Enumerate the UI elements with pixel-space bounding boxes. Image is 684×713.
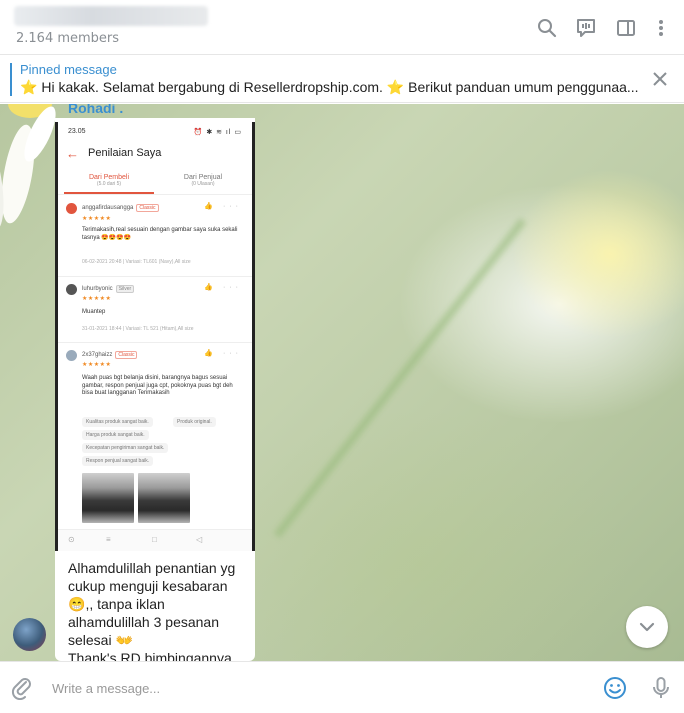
search-icon[interactable] bbox=[535, 16, 559, 40]
phone-status-icons: ⏰ ✱ ≋ ıl ▭ bbox=[193, 129, 242, 136]
open-hands-emoji-icon: 👐 bbox=[115, 632, 133, 648]
review-item: 2x37ghaizz Classic 👍 ··· ★★★★★ Waah puas … bbox=[58, 346, 252, 526]
sidebar-toggle-icon[interactable] bbox=[614, 16, 638, 40]
message-image[interactable]: 23.05 ⏰ ✱ ≋ ıl ▭ ← Penilaian Saya Dari P… bbox=[55, 122, 255, 551]
tab-sub: (0 Ulasan) bbox=[191, 181, 215, 187]
divider bbox=[58, 276, 252, 277]
tab-sub: (5.0 dari 5) bbox=[96, 181, 122, 187]
review-photo bbox=[138, 473, 190, 523]
background-flower bbox=[0, 104, 56, 230]
avatar bbox=[66, 284, 77, 295]
tab-label: Dari Pembeli bbox=[88, 174, 130, 181]
background-stem bbox=[273, 217, 527, 539]
review-meta: 06-02-2021 20:48 | Variasi: TL601 (Navy)… bbox=[82, 259, 191, 265]
tab-dari-pembeli: Dari Pembeli (5.0 dari 5) bbox=[64, 174, 154, 187]
emoji-icon[interactable] bbox=[602, 675, 628, 701]
review-badge: Silver bbox=[115, 285, 135, 293]
like-more-icons: 👍 ··· bbox=[204, 203, 242, 210]
scroll-down-button[interactable] bbox=[626, 606, 668, 648]
chevron-down-icon bbox=[639, 622, 655, 632]
chat-area[interactable]: Rohadi . 23.05 ⏰ ✱ ≋ ıl ▭ ← Penilaian Sa… bbox=[0, 104, 684, 661]
star-emoji-icon: ⭐ bbox=[386, 79, 405, 95]
message-composer bbox=[0, 661, 684, 713]
video-chat-icon[interactable] bbox=[574, 16, 598, 40]
grin-emoji-icon: 😁 bbox=[68, 596, 86, 612]
review-user: luhurbyonic Silver bbox=[82, 285, 135, 293]
chat-header: 2.164 members bbox=[0, 0, 684, 55]
close-pinned-icon[interactable] bbox=[650, 69, 670, 89]
pinned-title: Pinned message bbox=[20, 62, 117, 77]
review-stars: ★★★★★ bbox=[82, 362, 112, 368]
tab-dari-penjual: Dari Penjual (0 Ulasan) bbox=[158, 174, 248, 187]
group-name-redacted[interactable] bbox=[14, 6, 208, 26]
review-meta: 31-01-2021 18:44 | Variasi: TL 521 (Hita… bbox=[82, 326, 194, 332]
pinned-message-bar[interactable]: Pinned message ⭐ Hi kakak. Selamat berga… bbox=[0, 56, 684, 103]
review-item: luhurbyonic Silver 👍 ··· ★★★★★ Muantep 31… bbox=[58, 280, 252, 342]
review-tag: Harga produk sangat baik. bbox=[82, 430, 149, 440]
review-tag: Kualitas produk sangat baik. bbox=[82, 417, 153, 427]
divider bbox=[58, 342, 252, 343]
microphone-icon[interactable] bbox=[648, 675, 674, 701]
star-emoji-icon: ⭐ bbox=[20, 79, 38, 95]
review-user: anggafirdausangga Classic bbox=[82, 204, 159, 212]
message-sender[interactable]: Rohadi . bbox=[68, 104, 123, 116]
review-badge: Classic bbox=[115, 351, 138, 359]
review-tag: Respon penjual sangat baik. bbox=[82, 456, 154, 466]
pinned-text-part1: Hi kakak. Selamat bergabung di Resellerd… bbox=[41, 79, 383, 95]
back-arrow-icon: ← bbox=[66, 146, 79, 161]
review-body: Terimakasih,real sesuain dengan gambar s… bbox=[82, 227, 238, 241]
review-body: Waah puas bgt belanja disini, barangnya … bbox=[82, 375, 233, 396]
phone-time: 23.05 bbox=[68, 128, 86, 135]
more-vertical-icon[interactable] bbox=[649, 16, 673, 40]
review-photo bbox=[82, 473, 134, 523]
review-tag: Produk original. bbox=[173, 417, 216, 427]
review-screenshot: 23.05 ⏰ ✱ ≋ ıl ▭ ← Penilaian Saya Dari P… bbox=[58, 122, 252, 551]
like-more-icons: 👍 ··· bbox=[204, 350, 242, 357]
message-bubble[interactable]: 23.05 ⏰ ✱ ≋ ıl ▭ ← Penilaian Saya Dari P… bbox=[55, 118, 255, 661]
pinned-text-part2: Berikut panduan umum penggunaa... bbox=[408, 79, 639, 95]
paperclip-icon[interactable] bbox=[10, 676, 34, 701]
review-body: Muantep bbox=[82, 309, 106, 315]
pinned-text: ⭐ Hi kakak. Selamat bergabung di Reselle… bbox=[20, 79, 639, 96]
screenshot-title: Penilaian Saya bbox=[88, 147, 162, 159]
review-stars: ★★★★★ bbox=[82, 296, 112, 302]
sender-avatar[interactable] bbox=[13, 618, 46, 651]
avatar bbox=[66, 203, 77, 214]
review-tag: Kecepatan pengiriman sangat baik. bbox=[82, 443, 169, 453]
review-badge: Classic bbox=[136, 204, 159, 212]
message-input[interactable] bbox=[52, 678, 572, 698]
divider bbox=[58, 194, 252, 195]
pinned-accent-bar bbox=[10, 63, 12, 96]
message-caption: Alhamdulillah penantian yg cukup menguji… bbox=[68, 560, 236, 661]
avatar bbox=[66, 350, 77, 361]
phone-nav-bar: ⊙ ≡ □ ◁ bbox=[58, 529, 252, 551]
review-user: 2x37ghaizz Classic bbox=[82, 351, 138, 359]
member-count[interactable]: 2.164 members bbox=[16, 31, 119, 46]
review-item: anggafirdausangga Classic 👍 ··· ★★★★★ Ter… bbox=[58, 198, 252, 273]
tab-label: Dari Penjual bbox=[183, 174, 223, 181]
review-stars: ★★★★★ bbox=[82, 216, 112, 222]
like-more-icons: 👍 ··· bbox=[204, 284, 242, 291]
